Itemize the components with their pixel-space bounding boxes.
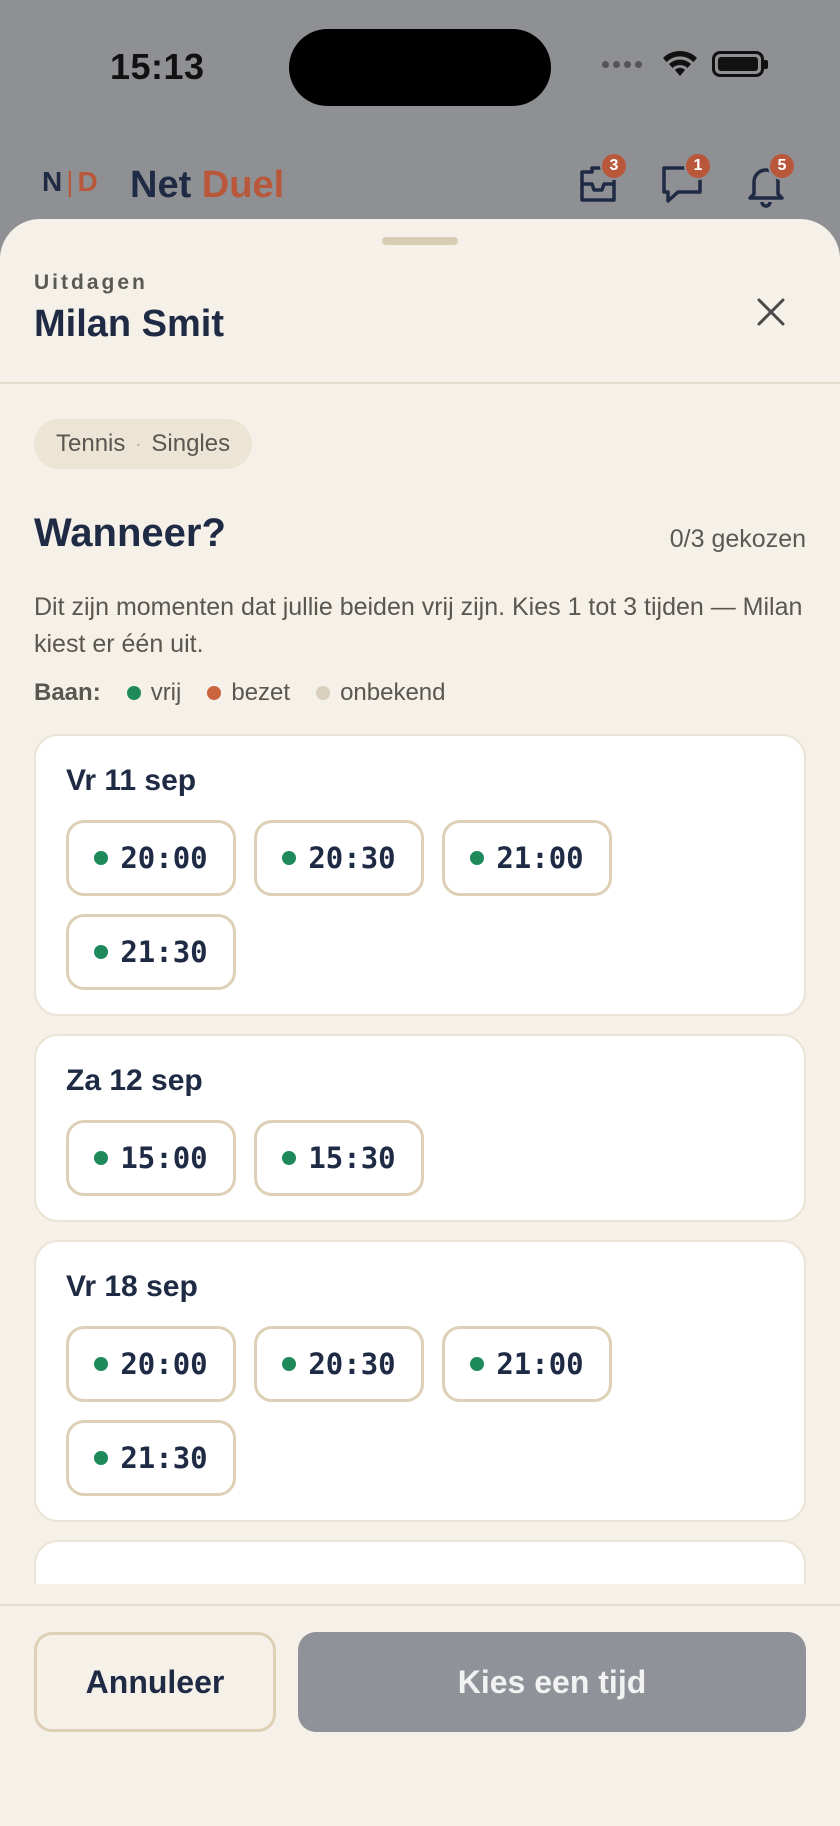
free-dot-icon	[94, 1357, 109, 1371]
slot-time: 21:30	[120, 1441, 208, 1475]
section-title: Wanneer?	[34, 511, 226, 555]
time-slot[interactable]: 21:30	[66, 914, 236, 990]
slot-time: 20:30	[308, 841, 396, 875]
chip-separator: ·	[135, 433, 142, 454]
time-slot[interactable]: 20:00	[66, 820, 236, 896]
cellular-icon	[602, 60, 642, 68]
time-slot[interactable]: 21:30	[66, 1420, 236, 1496]
free-dot-icon	[282, 1357, 297, 1371]
challenges-badge: 3	[600, 152, 628, 180]
busy-dot-icon	[207, 686, 222, 700]
time-slot[interactable]: 15:30	[254, 1120, 424, 1196]
day-card-partial	[34, 1540, 806, 1584]
free-dot-icon	[282, 1151, 297, 1165]
chip-format: Singles	[151, 430, 231, 457]
logo-mark: N|D	[42, 166, 100, 197]
legend-label: Baan:	[34, 679, 101, 706]
app-name: Net Duel	[130, 164, 284, 207]
status-icons	[602, 50, 768, 78]
court-legend: Baan: vrij bezet onbekend	[34, 679, 472, 707]
chip-sport: Tennis	[56, 430, 126, 457]
slot-time: 15:30	[308, 1141, 396, 1175]
slot-time: 20:00	[120, 1347, 208, 1381]
cancel-button[interactable]: Annuleer	[34, 1632, 276, 1732]
app-header: N|D Net Duel 3 1 5	[0, 150, 840, 230]
selection-counter: 0/3 gekozen	[669, 525, 806, 553]
free-dot-icon	[470, 1357, 485, 1371]
status-time: 15:13	[110, 46, 205, 87]
legend-label-unknown: onbekend	[340, 679, 446, 706]
free-dot-icon	[282, 851, 297, 865]
sheet-footer: Annuleer Kies een tijd	[0, 1604, 840, 1826]
sheet-grabber[interactable]	[382, 237, 458, 245]
legend-label-busy: bezet	[231, 679, 291, 706]
legend-item-busy: bezet	[207, 679, 290, 707]
wifi-icon	[663, 50, 697, 76]
choose-time-button[interactable]: Kies een tijd	[298, 1632, 806, 1732]
status-bar: 15:13	[0, 0, 840, 140]
challenges-button[interactable]: 3	[574, 152, 628, 208]
free-dot-icon	[126, 686, 141, 700]
slot-time: 20:00	[120, 841, 208, 875]
logo-letter-d: D	[77, 166, 100, 197]
sheet-eyebrow: Uitdagen	[34, 271, 148, 294]
slot-time: 21:30	[120, 935, 208, 969]
challenge-sheet: Uitdagen Milan Smit Tennis · Singles Wan…	[0, 219, 840, 1826]
sport-chip: Tennis · Singles	[34, 419, 253, 469]
legend-item-unknown: onbekend	[316, 679, 446, 707]
sheet-title: Milan Smit	[34, 303, 225, 345]
free-dot-icon	[94, 1151, 109, 1165]
description-text: Dit zijn momenten dat jullie beiden vrij…	[34, 593, 803, 658]
messages-button[interactable]: 1	[658, 152, 712, 208]
app-name-net: Net	[130, 164, 192, 206]
slot-time: 21:00	[496, 1347, 584, 1381]
legend-item-free: vrij	[126, 679, 182, 707]
free-dot-icon	[94, 1451, 109, 1465]
header-divider	[0, 382, 840, 384]
time-slot[interactable]: 15:00	[66, 1120, 236, 1196]
time-slot[interactable]: 21:00	[442, 820, 612, 896]
day-title: Vr 11 sep	[66, 764, 197, 797]
close-icon	[757, 298, 785, 326]
legend-label-free: vrij	[150, 679, 182, 706]
logo-letter-n: N	[42, 166, 65, 197]
day-card: Vr 18 sep 20:00 20:30 21:00 21:30	[34, 1240, 806, 1522]
close-button[interactable]	[750, 291, 792, 333]
time-slot[interactable]: 21:00	[442, 1326, 612, 1402]
free-dot-icon	[94, 851, 109, 865]
free-dot-icon	[470, 851, 485, 865]
day-list[interactable]: Vr 11 sep 20:00 20:30 21:00 21:30 Za 12 …	[34, 734, 806, 1584]
messages-badge: 1	[684, 152, 712, 180]
notifications-button[interactable]: 5	[742, 152, 796, 208]
slot-time: 15:00	[120, 1141, 208, 1175]
day-card: Vr 11 sep 20:00 20:30 21:00 21:30	[34, 734, 806, 1016]
time-slot[interactable]: 20:30	[254, 820, 424, 896]
battery-icon	[712, 51, 768, 77]
time-slot[interactable]: 20:00	[66, 1326, 236, 1402]
day-title: Vr 18 sep	[66, 1270, 198, 1303]
day-card: Za 12 sep 15:00 15:30	[34, 1034, 806, 1222]
notifications-badge: 5	[768, 152, 796, 180]
slot-time: 21:00	[496, 841, 584, 875]
slot-time: 20:30	[308, 1347, 396, 1381]
unknown-dot-icon	[316, 686, 331, 700]
dynamic-island	[289, 29, 551, 106]
day-title: Za 12 sep	[66, 1064, 203, 1097]
time-slot[interactable]: 20:30	[254, 1326, 424, 1402]
free-dot-icon	[94, 945, 109, 959]
app-name-duel: Duel	[201, 164, 285, 206]
